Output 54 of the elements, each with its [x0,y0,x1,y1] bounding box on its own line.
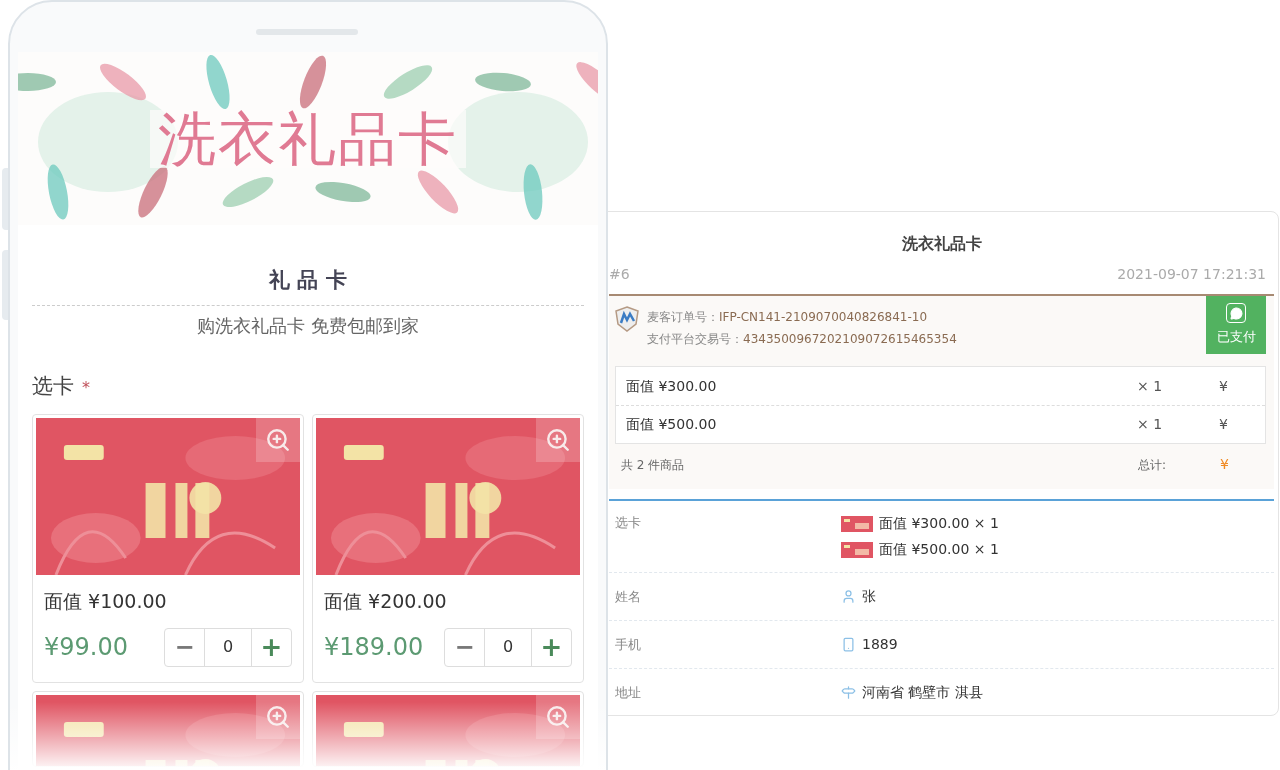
field-value: 1889 [862,635,898,654]
order-time: 2021-09-07 17:21:31 [1117,265,1266,284]
total-amount: ¥ [1220,455,1230,474]
user-icon [841,589,856,604]
quantity-field[interactable]: 0 [484,628,532,666]
card-face-value: 面值 ¥100.00 [44,589,168,614]
plus-button[interactable]: + [532,628,571,666]
order-no-label: 麦客订单号： [647,310,719,324]
field-value: 张 [862,587,876,606]
form-subtitle: 购洗衣礼品卡 免费包邮到家 [196,313,420,338]
zoom-in-icon [545,703,571,730]
zoom-in-icon [265,703,291,730]
banner-title: 洗衣礼品卡 [150,109,466,168]
order-number: #6 [609,265,630,284]
minus-button[interactable]: − [165,628,204,666]
gift-card[interactable]: 面值 ¥100.00 ¥99.00 − 0 + [32,414,304,683]
item-name: 面值 ¥300.00 [626,376,718,396]
paid-status: 已支付 [1216,328,1256,347]
item-quantity: × 1 [1137,415,1164,434]
card-price: ¥99.00 [44,632,128,663]
zoom-button[interactable] [536,418,580,462]
phone-icon [841,637,856,652]
item-amount: ¥ [1219,376,1229,396]
card-face-value: 面值 ¥200.00 [324,589,448,614]
order-title: 洗衣礼品卡 [900,233,983,255]
trade-no-label: 支付平台交易号： [647,332,743,346]
field-label: 姓名 [615,587,642,606]
shield-logo-icon [615,306,639,332]
item-name: 面值 ¥500.00 [626,415,718,434]
item-amount: ¥ [1219,415,1229,434]
zoom-button[interactable] [256,418,300,462]
minus-button[interactable]: − [445,628,484,666]
card-price: ¥189.00 [324,632,424,663]
signpost-icon [841,685,856,700]
order-no-value: IFP-CN141-2109070040826841-10 [719,310,928,324]
field-value: 面值 ¥300.00 × 1 [879,514,999,533]
zoom-in-icon [545,427,571,453]
field-value: 面值 ¥500.00 × 1 [879,540,999,559]
total-label: 总计: [1138,456,1168,474]
trade-no-value: 4343500967202109072615465354 [743,332,957,346]
chat-icon [1229,306,1243,320]
field-label: 地址 [615,683,642,702]
field-label: 选卡 [615,514,642,532]
gift-card[interactable]: 面值 ¥200.00 ¥189.00 − 0 + [312,414,584,683]
field-label: 选卡 [32,372,74,400]
item-quantity: × 1 [1137,376,1164,396]
field-value: 河南省 鹤壁市 淇县 [862,683,983,702]
field-label: 手机 [615,635,642,654]
item-count: 共 2 件商品 [621,456,686,474]
form-heading: 礼 品 卡 [268,267,348,294]
plus-button[interactable]: + [252,628,291,666]
required-mark: * [82,376,90,399]
quantity-field[interactable]: 0 [204,628,252,666]
zoom-in-icon [265,427,291,453]
